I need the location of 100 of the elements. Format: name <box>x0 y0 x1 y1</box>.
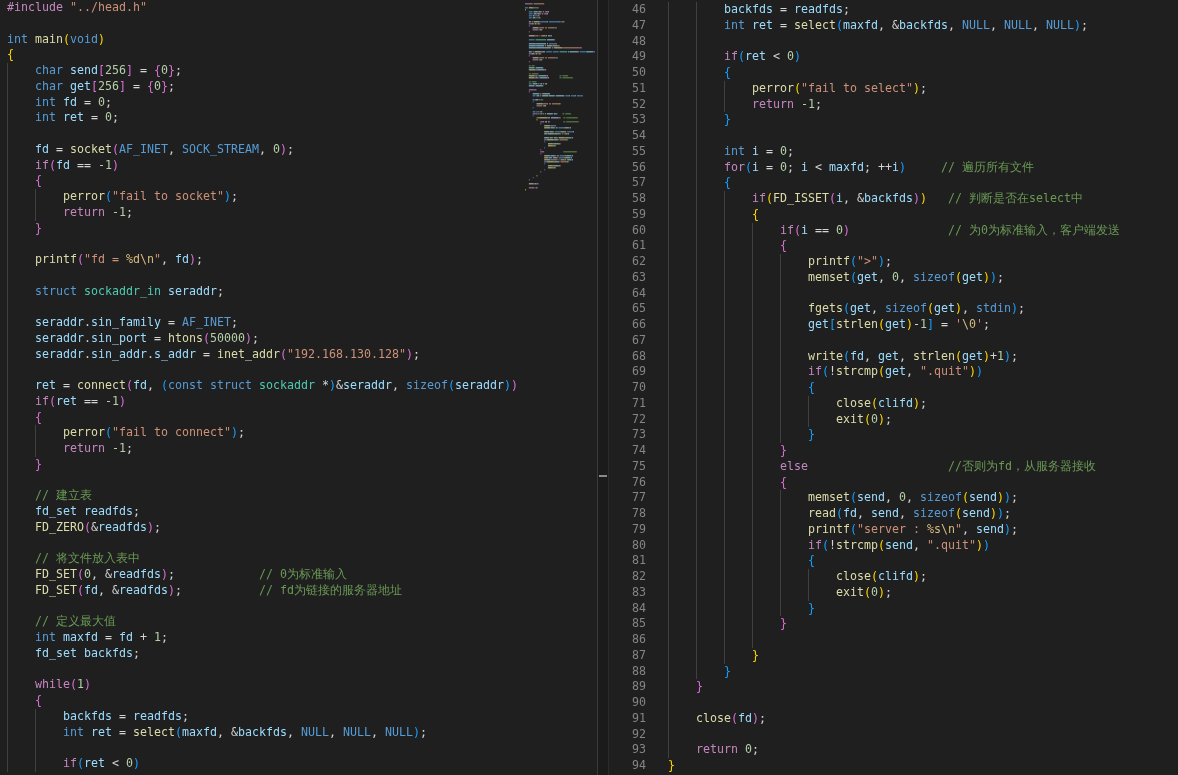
line-number: 48 <box>632 33 646 50</box>
line-number: 85 <box>632 616 646 632</box>
line-number: 94 <box>632 758 646 774</box>
line-number: 89 <box>632 679 646 695</box>
code-line: return -1; <box>751 96 822 113</box>
line-number: 86 <box>632 632 646 648</box>
code-line: fd_set readfds; <box>35 504 140 520</box>
line-number: 69 <box>632 364 646 380</box>
line-number: 75 <box>632 458 646 475</box>
code-line: if(FD_ISSET(i, &backfds)) <box>751 191 927 207</box>
code-line: } <box>723 112 731 128</box>
scrollbar-track[interactable] <box>597 0 609 775</box>
line-number: 56 <box>632 159 646 176</box>
code-line: if(ret == -1) <box>35 393 126 410</box>
code-line: #include "../head.h" <box>7 0 147 16</box>
code-line: { <box>779 474 787 491</box>
line-number: 73 <box>632 427 646 443</box>
code-line: perror("fail to select"); <box>751 80 927 97</box>
code-line: FD_SET(fd, &readfds); <box>35 582 182 599</box>
line-number: 80 <box>632 537 646 554</box>
code-line: } <box>723 663 731 680</box>
line-number: 62 <box>632 254 646 270</box>
code-line: printf("fd = %d\n", fd); <box>35 252 203 268</box>
code-line: } <box>35 456 42 473</box>
code-line: FD_ZERO(&readfds); <box>35 519 161 536</box>
line-number: 78 <box>632 506 646 522</box>
line-number: 67 <box>632 332 646 349</box>
line-number: 93 <box>632 742 646 758</box>
line-number: 49 <box>632 49 646 65</box>
code-comment: // 遍历所有文件 <box>940 159 1034 176</box>
line-number: 68 <box>632 348 646 365</box>
line-number: 71 <box>632 395 646 412</box>
line-number: 59 <box>632 206 646 223</box>
code-line: exit(0); <box>835 411 892 428</box>
code-line: seraddr.sin_addr.s_addr = inet_addr("192.168.130.128"); <box>35 346 420 363</box>
code-line: if(ret < 0) <box>62 756 140 772</box>
line-number: 90 <box>632 695 646 711</box>
code-comment: // 建立表 <box>35 488 92 504</box>
code-line: memset(get, 0, sizeof(get)); <box>807 269 1004 286</box>
line-number: 72 <box>632 411 646 428</box>
code-line: for(i = 0; i < maxfd; ++i) <box>723 159 906 176</box>
line-number: 91 <box>632 710 646 727</box>
code-line: if(!strcmp(get, ".quit")) <box>807 364 983 380</box>
line-number: 70 <box>632 380 646 396</box>
code-line: { <box>807 380 815 396</box>
code-line: else <box>779 458 808 475</box>
code-line: return -1; <box>62 441 133 457</box>
code-line: perror("fail to socket"); <box>62 189 238 205</box>
code-line: fgets(get, sizeof(get), stdin); <box>807 301 1025 317</box>
line-number: 61 <box>632 238 646 254</box>
code-line: read(fd, send, sizeof(send)); <box>807 506 1011 522</box>
line-number: 53 <box>632 112 646 128</box>
code-line: struct sockaddr_in seraddr; <box>35 283 224 300</box>
code-line: memset(send, 0, sizeof(send)); <box>807 490 1018 506</box>
line-number: 83 <box>632 584 646 601</box>
code-comment: // 判断是否在select中 <box>947 191 1083 207</box>
line-number: 63 <box>632 269 646 286</box>
line-number: 47 <box>632 17 646 34</box>
code-line: { <box>807 553 815 569</box>
code-line: if(ret < 0) <box>723 49 801 65</box>
line-number: 79 <box>632 521 646 538</box>
code-line: get[strlen(get)-1] = '\0'; <box>807 317 990 333</box>
code-line: if(!strcmp(send, ".quit")) <box>807 537 990 554</box>
line-number: 76 <box>632 474 646 491</box>
code-line: fd_set backfds; <box>35 645 140 662</box>
line-number: 58 <box>632 191 646 207</box>
line-number: 64 <box>632 285 646 302</box>
code-line: } <box>668 758 675 774</box>
code-line: exit(0); <box>835 584 892 601</box>
code-line: { <box>35 409 42 426</box>
code-comment: // 0为标准输入 <box>258 567 347 583</box>
code-line: } <box>696 679 703 695</box>
line-number: 81 <box>632 553 646 569</box>
code-line: { <box>7 47 14 63</box>
line-number: 55 <box>632 143 646 160</box>
code-line: int ret = select(maxfd, &backfds, NULL, NULL, NULL); <box>723 17 1088 34</box>
code-line: } <box>751 647 759 664</box>
line-number: 74 <box>632 443 646 459</box>
code-line: if(i == 0) <box>779 222 850 239</box>
code-line: write(fd, get, strlen(get)+1); <box>807 348 1018 365</box>
line-number: 54 <box>632 128 646 144</box>
code-line: close(clifd); <box>835 395 927 412</box>
code-line: { <box>751 206 759 223</box>
code-line: close(clifd); <box>835 569 927 585</box>
code-line: ret = connect(fd, (const struct sockaddr *)&seraddr, sizeof(seraddr)) <box>35 378 518 394</box>
line-number: 84 <box>632 600 646 617</box>
code-line: backfds = readfds; <box>723 2 850 18</box>
line-number: 46 <box>632 2 646 18</box>
code-line: int fd = 0; <box>35 94 112 111</box>
line-number: 50 <box>632 65 646 81</box>
code-line: char get[256] = {0}; <box>35 78 175 95</box>
line-number: 60 <box>632 222 646 239</box>
line-number: 88 <box>632 663 646 680</box>
ruler-mark-icon <box>599 475 607 477</box>
code-line: close(fd); <box>696 710 766 727</box>
code-comment: // 定义最大值 <box>35 614 116 630</box>
code-line: { <box>35 173 42 189</box>
line-number: 52 <box>632 96 646 113</box>
code-line: } <box>779 443 787 459</box>
code-line: return 0; <box>696 742 759 758</box>
